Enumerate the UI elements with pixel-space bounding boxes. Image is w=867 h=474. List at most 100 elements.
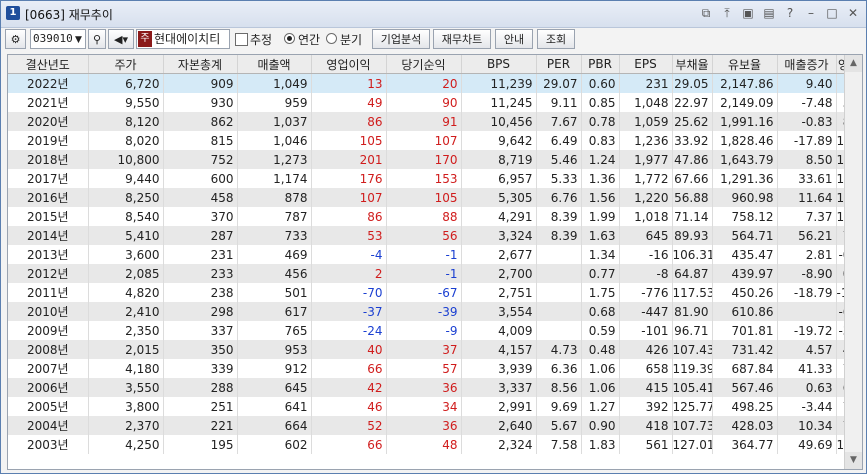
table-cell: 7.67: [536, 112, 582, 131]
table-row[interactable]: 2016년 8,250 458 878 107 105 5,305 6.76 1.56 1,220…: [8, 188, 862, 207]
help-icon[interactable]: ?: [783, 5, 797, 21]
table-cell: 2,324: [461, 435, 537, 454]
table-row[interactable]: 2018년 10,800 752 1,273 201 170 8,719 5.46 1.24 1,…: [8, 150, 862, 169]
column-header[interactable]: 매출액: [237, 55, 312, 74]
pin-top-icon[interactable]: ⤒: [720, 5, 734, 21]
screenshot-icon[interactable]: ▣: [741, 5, 755, 21]
table-row[interactable]: 2019년 8,020 815 1,046 105 107 9,642 6.49 0.83 1,2…: [8, 131, 862, 150]
table-row[interactable]: 2004년 2,370 221 664 52 36 2,640 5.67 0.90 418 107.…: [8, 416, 862, 435]
table-cell: 53: [311, 226, 387, 245]
column-header[interactable]: 유보율: [712, 55, 778, 74]
table-cell: 2,015: [88, 340, 164, 359]
table-cell: 8,540: [88, 207, 164, 226]
table-row[interactable]: 2003년 4,250 195 602 66 48 2,324 7.58 1.83 561 127.…: [8, 435, 862, 454]
column-header[interactable]: 자본총계: [163, 55, 238, 74]
table-row[interactable]: 2017년 9,440 600 1,174 176 153 6,957 5.33 1.36 1,7…: [8, 169, 862, 188]
table-row[interactable]: 2020년 8,120 862 1,037 86 91 10,456 7.67 0.78 1,05…: [8, 112, 862, 131]
table-cell: 4,250: [88, 435, 164, 454]
table-cell: 758.12: [712, 207, 778, 226]
table-cell: 2,677: [461, 245, 537, 264]
column-header[interactable]: 주가: [88, 55, 164, 74]
column-header[interactable]: 매출증가: [777, 55, 837, 74]
table-row[interactable]: 2022년 6,720 909 1,049 13 20 11,239 29.07 0.60 231…: [8, 73, 862, 93]
table-cell: 125.77: [672, 397, 713, 416]
table-cell: 90: [386, 93, 462, 112]
table-cell: 25.62: [672, 112, 713, 131]
company-analysis-button[interactable]: 기업분석: [372, 29, 430, 49]
table-cell: 1.34: [581, 245, 620, 264]
company-name-field[interactable]: 주 현대에이치티: [136, 29, 230, 49]
table-cell: -19.72: [777, 321, 837, 340]
table-cell: 1.83: [581, 435, 620, 454]
table-header-row: 결산년도 주가 자본총계 매출액 영업이익 당기순익 BPS PER PBR EPS 부채율 유보율 매…: [8, 55, 862, 74]
financial-chart-button[interactable]: 재무차트: [433, 29, 491, 49]
column-header[interactable]: BPS: [461, 55, 537, 74]
sound-dropdown-icon[interactable]: ◀▾: [108, 29, 134, 49]
table-cell: 96.71: [672, 321, 713, 340]
ad-icon[interactable]: ▤: [762, 5, 776, 21]
table-cell: 617: [237, 302, 312, 321]
query-button[interactable]: 조회: [537, 29, 575, 49]
vertical-scrollbar[interactable]: ▲ ▼: [844, 55, 862, 469]
settings-gear-icon[interactable]: ⚙: [5, 29, 26, 49]
table-row[interactable]: 2014년 5,410 287 733 53 56 3,324 8.39 1.63 645 89.9…: [8, 226, 862, 245]
table-cell: 288: [163, 378, 238, 397]
window-number-badge[interactable]: 1: [6, 6, 20, 20]
table-row[interactable]: 2006년 3,550 288 645 42 36 3,337 8.56 1.06 415 105.…: [8, 378, 862, 397]
table-cell: 564.71: [712, 226, 778, 245]
table-cell: 2,751: [461, 283, 537, 302]
table-cell: 49.69: [777, 435, 837, 454]
link-window-icon[interactable]: ⧉: [699, 5, 713, 21]
table-cell: 33.92: [672, 131, 713, 150]
table-row[interactable]: 2007년 4,180 339 912 66 57 3,939 6.36 1.06 658 119.…: [8, 359, 862, 378]
column-header[interactable]: 영업이익: [311, 55, 387, 74]
table-row[interactable]: 2005년 3,800 251 641 46 34 2,991 9.69 1.27 392 125.…: [8, 397, 862, 416]
table-cell: 5.46: [536, 150, 582, 169]
column-header[interactable]: 당기순익: [386, 55, 462, 74]
table-row[interactable]: 2008년 2,015 350 953 40 37 4,157 4.73 0.48 426 107.…: [8, 340, 862, 359]
table-cell: 664: [237, 416, 312, 435]
table-cell: 1,643.79: [712, 150, 778, 169]
table-cell: 11,239: [461, 73, 537, 93]
table-cell: 91: [386, 112, 462, 131]
table-row[interactable]: 2010년 2,410 298 617 -37 -39 3,554 0.68 -447 81.90…: [8, 302, 862, 321]
table-row[interactable]: 2015년 8,540 370 787 86 88 4,291 8.39 1.99 1,018 71…: [8, 207, 862, 226]
table-cell: 2,700: [461, 264, 537, 283]
table-cell: 3,337: [461, 378, 537, 397]
table-row[interactable]: 2013년 3,600 231 469 -4 -1 2,677 1.34 -16 106.31 43…: [8, 245, 862, 264]
table-cell: 2014년: [8, 226, 89, 245]
annual-radio[interactable]: [284, 33, 295, 44]
quarter-radio[interactable]: [326, 33, 337, 44]
column-header[interactable]: PER: [536, 55, 582, 74]
search-icon[interactable]: ⚲: [88, 29, 106, 49]
scroll-up-icon[interactable]: ▲: [845, 55, 862, 72]
table-cell: 11,245: [461, 93, 537, 112]
table-row[interactable]: 2011년 4,820 238 501 -70 -67 2,751 1.75 -776 117.5…: [8, 283, 862, 302]
table-cell: 0.48: [581, 340, 620, 359]
guide-button[interactable]: 안내: [495, 29, 533, 49]
table-cell: 4,157: [461, 340, 537, 359]
table-cell: 37: [386, 340, 462, 359]
table-cell: 567.46: [712, 378, 778, 397]
column-header[interactable]: EPS: [619, 55, 673, 74]
financial-table[interactable]: 결산년도 주가 자본총계 매출액 영업이익 당기순익 BPS PER PBR EPS 부채율 유보율 매…: [7, 54, 863, 470]
scroll-down-icon[interactable]: ▼: [845, 452, 862, 469]
estimate-checkbox[interactable]: [235, 33, 248, 46]
close-icon[interactable]: ✕: [846, 5, 860, 21]
maximize-icon[interactable]: □: [825, 5, 839, 21]
table-cell: 687.84: [712, 359, 778, 378]
table-cell: 4,291: [461, 207, 537, 226]
table-cell: 127.01: [672, 435, 713, 454]
table-row[interactable]: 2012년 2,085 233 456 2 -1 2,700 0.77 -8 64.87 439.9…: [8, 264, 862, 283]
table-row[interactable]: 2009년 2,350 337 765 -24 -9 4,009 0.59 -101 96.71 7…: [8, 321, 862, 340]
column-header[interactable]: 결산년도: [8, 55, 89, 74]
table-cell: -24: [311, 321, 387, 340]
table-cell: 8.39: [536, 207, 582, 226]
minimize-icon[interactable]: –: [804, 5, 818, 21]
column-header[interactable]: PBR: [581, 55, 620, 74]
table-row[interactable]: 2021년 9,550 930 959 49 90 11,245 9.11 0.85 1,048 2…: [8, 93, 862, 112]
code-dropdown-icon[interactable]: ▼: [71, 30, 86, 48]
table-cell: 105.41: [672, 378, 713, 397]
column-header[interactable]: 부채율: [672, 55, 713, 74]
estimate-label: 추정: [250, 33, 273, 47]
